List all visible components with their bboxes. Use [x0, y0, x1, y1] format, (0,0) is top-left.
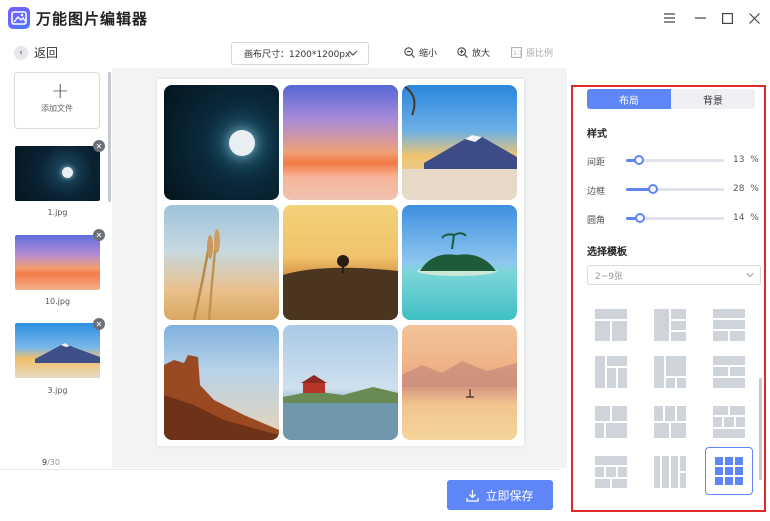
- app-title: 万能图片编辑器: [36, 10, 149, 28]
- corner-radius-value-unit: %: [750, 213, 759, 223]
- template-option[interactable]: [594, 355, 628, 389]
- maximize-icon[interactable]: [718, 9, 736, 27]
- collage-tile-misty-lake[interactable]: [402, 325, 517, 440]
- file-name: 10.jpg: [44, 297, 71, 306]
- corner-radius-label: 圆角: [587, 216, 606, 226]
- zoom-in-icon: [457, 47, 468, 58]
- spacing-slider[interactable]: [626, 155, 724, 165]
- menu-icon[interactable]: [660, 9, 678, 27]
- collage-tile-island[interactable]: [402, 205, 517, 320]
- page-counter: 9/30: [42, 458, 60, 467]
- zoom-in-button[interactable]: 放大: [457, 46, 490, 59]
- file-name: 3.jpg: [47, 386, 68, 395]
- file-thumbnail-1[interactable]: [15, 146, 100, 201]
- slider-thumb[interactable]: [648, 184, 658, 194]
- collage-canvas[interactable]: [157, 79, 524, 446]
- template-option[interactable]: [712, 308, 746, 342]
- border-value-unit: %: [750, 184, 759, 194]
- template-option[interactable]: [712, 355, 746, 389]
- spacing-value-unit: %: [750, 155, 759, 165]
- zoom-out-icon: [404, 47, 415, 58]
- slider-thumb[interactable]: [635, 213, 645, 223]
- remove-file-icon[interactable]: ✕: [93, 229, 105, 241]
- app-logo-icon: [8, 7, 30, 29]
- save-label: 立即保存: [485, 488, 534, 503]
- template-option[interactable]: [712, 405, 746, 439]
- remove-file-icon[interactable]: ✕: [93, 140, 105, 152]
- chevron-down-icon: [348, 50, 358, 56]
- canvas-size-dropdown[interactable]: 画布尺寸：1200*1200px: [231, 42, 369, 65]
- template-option[interactable]: [653, 405, 687, 439]
- border-value-number: 28: [733, 184, 745, 194]
- back-label: 返回: [34, 46, 59, 60]
- file-name: 1.jpg: [47, 208, 68, 217]
- collage-tile-wheat[interactable]: [164, 205, 279, 320]
- spacing-value-number: 13: [733, 155, 745, 165]
- border-value: 28 %: [733, 184, 759, 194]
- template-option[interactable]: [594, 405, 628, 439]
- add-file-button[interactable]: + 添加文件: [14, 72, 100, 129]
- template-count-dropdown[interactable]: 2~9张: [587, 265, 761, 285]
- template-option-selected[interactable]: [705, 447, 753, 495]
- download-icon: [466, 489, 480, 502]
- corner-radius-value: 14 %: [733, 213, 759, 223]
- tab-layout[interactable]: 布局: [587, 89, 671, 109]
- remove-file-icon[interactable]: ✕: [93, 318, 105, 330]
- collage-tile-canyon[interactable]: [164, 325, 279, 440]
- template-option[interactable]: [653, 308, 687, 342]
- file-thumbnail-3[interactable]: [15, 323, 100, 378]
- file-thumbnail-2[interactable]: [15, 235, 100, 290]
- template-count-value: 2~9张: [595, 271, 623, 282]
- close-icon[interactable]: [745, 9, 763, 27]
- template-option[interactable]: [653, 355, 687, 389]
- original-ratio-label: 原比例: [526, 49, 554, 59]
- spacing-value: 13 %: [733, 155, 759, 165]
- corner-radius-slider[interactable]: [626, 213, 724, 223]
- zoom-out-button[interactable]: 缩小: [404, 46, 437, 59]
- collage-tile-lone-tree[interactable]: [283, 205, 398, 320]
- tab-background[interactable]: 背景: [671, 89, 755, 109]
- collage-tile-sunset-sea[interactable]: [283, 85, 398, 200]
- template-scrollbar[interactable]: [759, 378, 762, 480]
- save-now-button[interactable]: 立即保存: [447, 480, 553, 510]
- back-button[interactable]: ‹ 返回: [14, 44, 58, 61]
- canvas-size-label: 画布尺寸：1200*1200px: [244, 50, 351, 60]
- zoom-out-label: 缩小: [419, 49, 438, 59]
- original-ratio-icon: 1:1: [511, 47, 522, 58]
- minimize-icon[interactable]: [691, 9, 709, 27]
- collage-tile-mount-fuji[interactable]: [402, 85, 517, 200]
- template-section-title: 选择模板: [587, 247, 627, 258]
- zoom-in-label: 放大: [472, 49, 491, 59]
- original-ratio-button[interactable]: 1:1 原比例: [511, 46, 553, 59]
- template-option[interactable]: [653, 455, 687, 489]
- divider: [0, 469, 560, 470]
- plus-icon: +: [51, 79, 70, 104]
- border-label: 边框: [587, 187, 606, 197]
- add-file-label: 添加文件: [41, 104, 73, 113]
- slider-thumb[interactable]: [634, 155, 644, 165]
- collage-tile-lakeside-house[interactable]: [283, 325, 398, 440]
- total-pages: 30: [49, 458, 60, 467]
- chevron-down-icon: [746, 273, 754, 278]
- style-section-title: 样式: [587, 129, 607, 140]
- template-option[interactable]: [594, 455, 628, 489]
- corner-radius-value-number: 14: [733, 213, 745, 223]
- collage-tile-moon[interactable]: [164, 85, 279, 200]
- template-option[interactable]: [594, 308, 628, 342]
- file-list-scrollbar[interactable]: [108, 72, 111, 202]
- chevron-left-icon: ‹: [14, 45, 28, 60]
- spacing-label: 间距: [587, 158, 606, 168]
- svg-text:1:1: 1:1: [513, 50, 522, 57]
- border-slider[interactable]: [626, 184, 724, 194]
